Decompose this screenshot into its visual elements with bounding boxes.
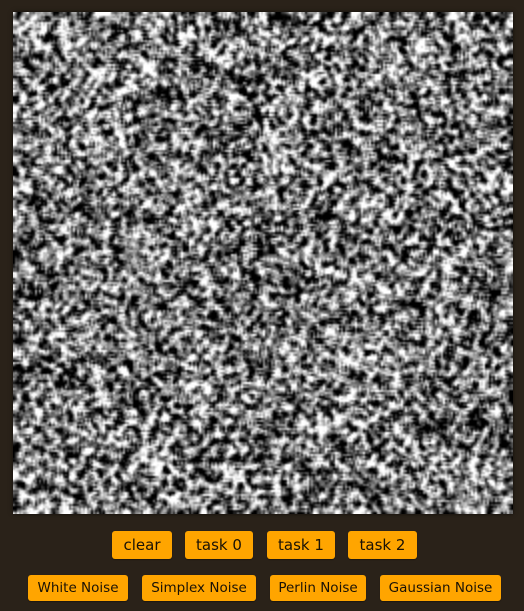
noise-demo-app: clear task 0 task 1 task 2 White Noise S… — [0, 0, 524, 611]
perlin-noise-button[interactable]: Perlin Noise — [270, 575, 366, 601]
white-noise-button[interactable]: White Noise — [28, 575, 128, 601]
task-0-button[interactable]: task 0 — [185, 531, 253, 559]
simplex-noise-button[interactable]: Simplex Noise — [142, 575, 256, 601]
task-2-button[interactable]: task 2 — [348, 531, 417, 559]
noise-canvas[interactable] — [13, 12, 513, 514]
clear-button[interactable]: clear — [112, 531, 172, 559]
noise-canvas-frame — [13, 12, 513, 514]
gaussian-noise-button[interactable]: Gaussian Noise — [380, 575, 501, 601]
task-1-button[interactable]: task 1 — [267, 531, 335, 559]
